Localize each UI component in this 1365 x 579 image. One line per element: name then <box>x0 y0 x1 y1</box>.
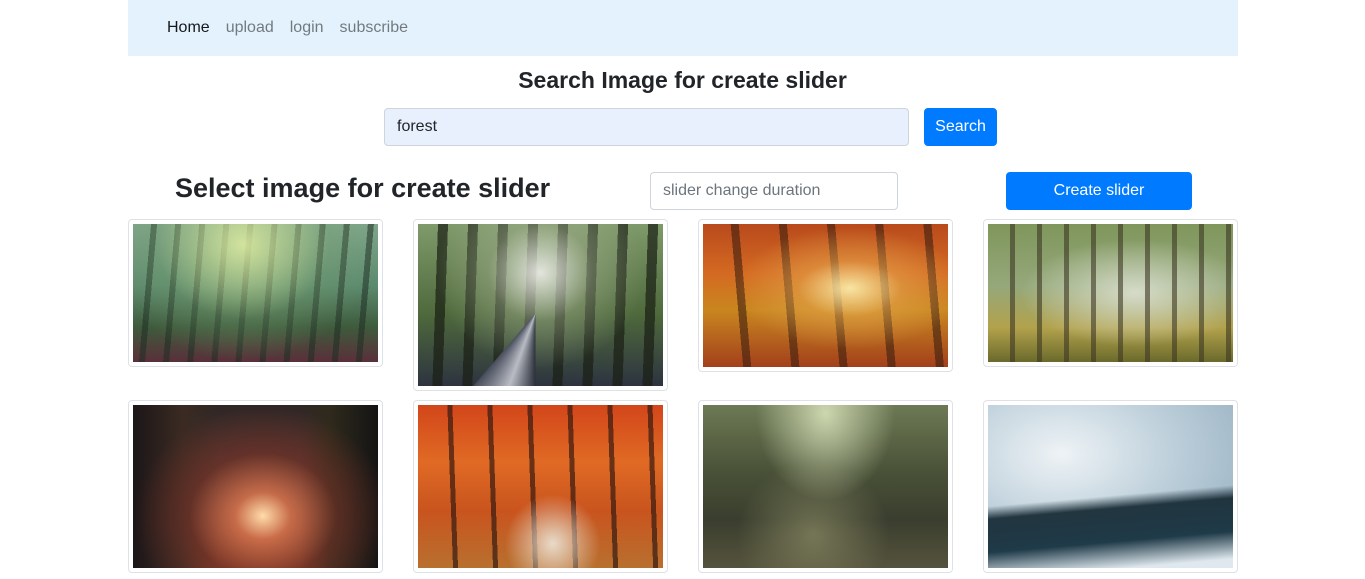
forest-photo <box>988 224 1233 362</box>
forest-photo <box>988 405 1233 568</box>
nav-upload[interactable]: upload <box>226 19 274 37</box>
gallery-image-2[interactable] <box>413 219 668 391</box>
slider-duration-input[interactable] <box>650 172 898 210</box>
forest-photo <box>418 224 663 386</box>
nav-subscribe[interactable]: subscribe <box>340 19 408 37</box>
gallery-image-5[interactable] <box>128 400 383 573</box>
forest-photo <box>703 224 948 367</box>
search-input[interactable] <box>384 108 909 146</box>
forest-photo <box>703 405 948 568</box>
gallery-image-7[interactable] <box>698 400 953 573</box>
gallery-image-4[interactable] <box>983 219 1238 367</box>
search-heading: Search Image for create slider <box>518 67 847 93</box>
select-heading: Select image for create slider <box>175 173 551 203</box>
gallery-image-8[interactable] <box>983 400 1238 573</box>
gallery-image-1[interactable] <box>128 219 383 367</box>
forest-photo <box>133 224 378 362</box>
gallery-image-3[interactable] <box>698 219 953 372</box>
gallery-image-6[interactable] <box>413 400 668 573</box>
forest-photo <box>418 405 663 568</box>
nav-login[interactable]: login <box>290 19 324 37</box>
forest-photo <box>133 405 378 568</box>
nav-home[interactable]: Home <box>167 19 210 37</box>
navbar: Home upload login subscribe <box>128 0 1238 56</box>
create-slider-button[interactable]: Create slider <box>1006 172 1192 210</box>
search-button[interactable]: Search <box>924 108 997 146</box>
